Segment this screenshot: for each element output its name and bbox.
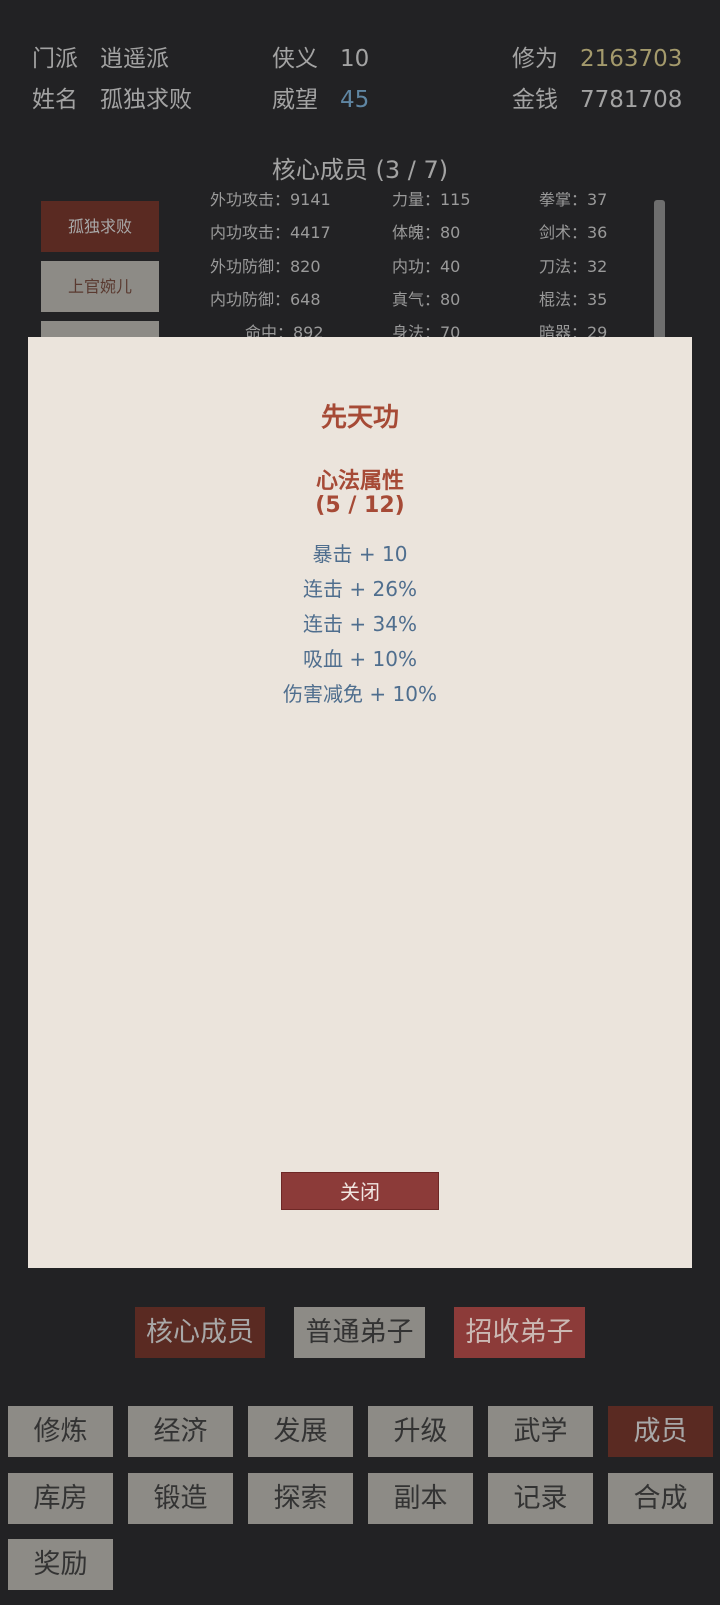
modal-title: 先天功 — [320, 403, 399, 433]
name-value: 孤独求败 — [100, 87, 192, 113]
cultivation-label: 修为 — [512, 46, 558, 72]
stat-item: 剑术：36 — [539, 223, 608, 242]
nav-dungeon[interactable]: 副本 — [368, 1473, 473, 1524]
nav-upgrade[interactable]: 升级 — [368, 1406, 473, 1457]
attribute-item: 伤害减免 + 10% — [283, 682, 437, 706]
modal-count: (5 / 12) — [315, 493, 405, 518]
chivalry-value: 10 — [340, 46, 370, 72]
stat-item: 拳掌：37 — [539, 192, 608, 209]
stats-scrollbar[interactable] — [654, 200, 665, 340]
member-button-dugu[interactable]: 孤独求败 — [41, 201, 159, 252]
close-button[interactable]: 关闭 — [281, 1172, 439, 1210]
tab-normal-disciples[interactable]: 普通弟子 — [294, 1307, 425, 1358]
nav-rewards[interactable]: 奖励 — [8, 1539, 113, 1590]
money-value: 7781708 — [580, 87, 683, 113]
nav-martial-arts[interactable]: 武学 — [488, 1406, 593, 1457]
stat-item: 刀法：32 — [539, 257, 608, 276]
stat-item: 外功防御：820 — [210, 257, 321, 276]
nav-economy[interactable]: 经济 — [128, 1406, 233, 1457]
stat-item: 内功防御：648 — [210, 290, 321, 309]
stat-item: 暗器：29 — [539, 323, 608, 337]
prestige-value: 45 — [340, 87, 370, 113]
attribute-item: 连击 + 34% — [303, 612, 417, 636]
stat-item: 力量：115 — [392, 192, 471, 209]
nav-develop[interactable]: 发展 — [248, 1406, 353, 1457]
nav-members[interactable]: 成员 — [608, 1406, 713, 1457]
nav-cultivate[interactable]: 修炼 — [8, 1406, 113, 1457]
attribute-item: 吸血 + 10% — [303, 647, 417, 671]
stat-item: 内功攻击：4417 — [210, 223, 331, 242]
nav-warehouse[interactable]: 库房 — [8, 1473, 113, 1524]
core-members-title: 核心成员 (3 / 7) — [271, 156, 449, 184]
prestige-label: 威望 — [272, 87, 318, 113]
tab-recruit-disciples[interactable]: 招收弟子 — [454, 1307, 585, 1358]
stat-item: 身法：70 — [392, 323, 461, 337]
attribute-item: 连击 + 26% — [303, 577, 417, 601]
tab-core-members[interactable]: 核心成员 — [135, 1307, 265, 1358]
name-label: 姓名 — [32, 87, 78, 113]
attribute-item: 暴击 + 10 — [312, 542, 408, 566]
chivalry-label: 侠义 — [272, 46, 318, 72]
nav-synthesis[interactable]: 合成 — [608, 1473, 713, 1524]
sect-value: 逍遥派 — [100, 46, 169, 72]
nav-explore[interactable]: 探索 — [248, 1473, 353, 1524]
sect-label: 门派 — [32, 46, 78, 72]
stat-item: 体魄：80 — [392, 223, 461, 242]
skill-detail-modal: 先天功 心法属性 (5 / 12) 暴击 + 10 连击 + 26% 连击 + … — [28, 337, 692, 1268]
member-stats-panel: 外功攻击：9141 内功攻击：4417 外功防御：820 内功防御：648 命中… — [160, 192, 660, 337]
stat-item: 棍法：35 — [539, 290, 608, 309]
nav-forge[interactable]: 锻造 — [128, 1473, 233, 1524]
member-button-shangguan[interactable]: 上官婉儿 — [41, 261, 159, 312]
stat-item: 外功攻击：9141 — [210, 192, 331, 209]
modal-subtitle: 心法属性 — [315, 469, 404, 494]
stat-item: 命中：892 — [245, 323, 324, 337]
stat-item: 内功：40 — [392, 257, 461, 276]
stat-item: 真气：80 — [392, 290, 461, 309]
cultivation-value: 2163703 — [580, 46, 683, 72]
money-label: 金钱 — [512, 87, 558, 113]
nav-records[interactable]: 记录 — [488, 1473, 593, 1524]
